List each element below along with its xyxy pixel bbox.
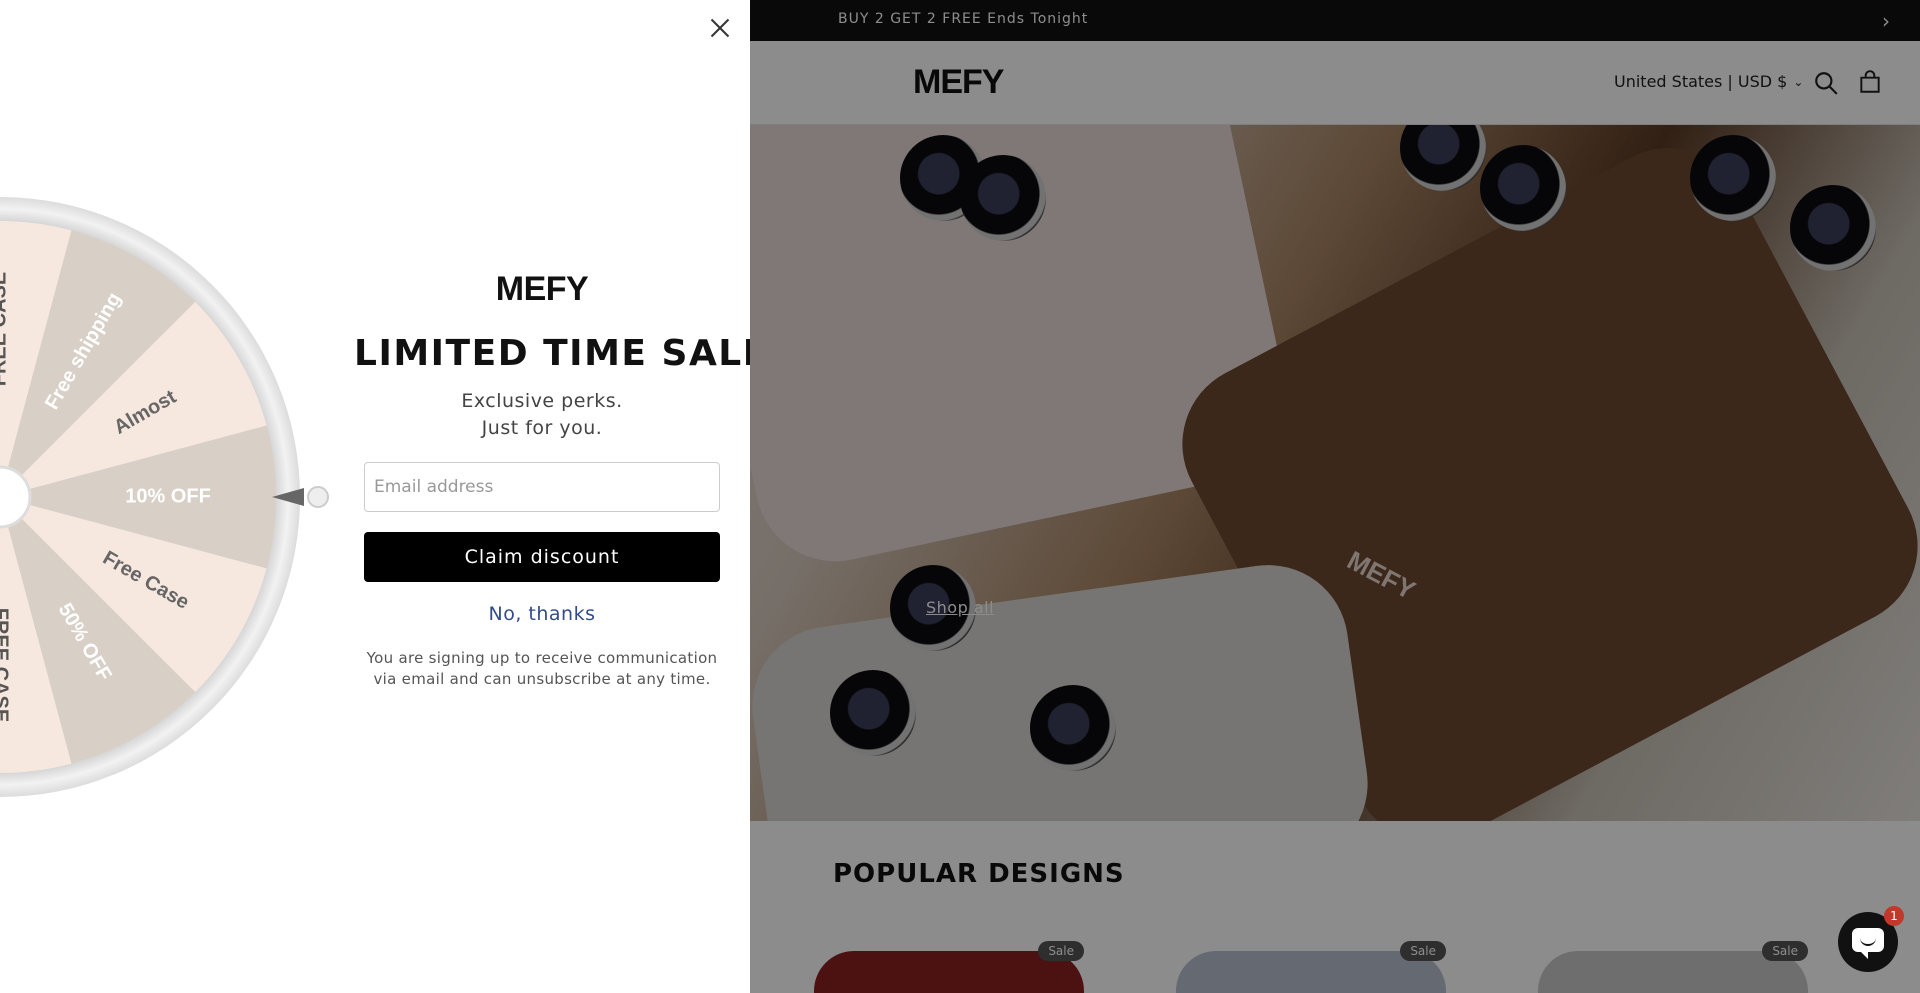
chat-count-badge: 1 — [1884, 906, 1904, 926]
legal-notice: You are signing up to receive communicat… — [364, 648, 720, 690]
legal-line: via email and can unsubscribe at any tim… — [373, 670, 711, 688]
popup-logo: MEFY — [495, 270, 589, 308]
spin-wheel-popup: Free shipping Almost 10% OFF Free Case 50% O… — [0, 0, 750, 993]
subtitle-line: Exclusive perks. — [461, 390, 623, 412]
popup-subtitle: Exclusive perks. Just for you. — [364, 388, 720, 442]
chat-button[interactable]: 1 — [1838, 906, 1904, 972]
wheel-segment-label: 10% OFF — [125, 485, 211, 507]
wheel-segment-label: FREE CASE — [0, 272, 10, 386]
subtitle-line: Just for you. — [481, 417, 603, 439]
no-thanks-link[interactable]: No, thanks — [364, 603, 720, 625]
prize-wheel: Free shippingAlmost10% OFFFree Case50% O… — [0, 197, 300, 797]
email-field[interactable] — [364, 462, 720, 512]
legal-line: You are signing up to receive communicat… — [366, 649, 718, 667]
popup-headline: LIMITED TIME SALE — [354, 333, 750, 374]
wheel-segment-label: FREE CASE — [0, 608, 12, 722]
close-icon[interactable] — [708, 16, 732, 40]
claim-discount-button[interactable]: Claim discount — [364, 532, 720, 582]
wheel-pointer-icon — [272, 486, 329, 508]
signup-form: MEFY LIMITED TIME SALE Exclusive perks. … — [354, 270, 750, 690]
page: BUY 2 GET 2 FREE Ends Tonight › MEFY Uni… — [0, 0, 1920, 993]
